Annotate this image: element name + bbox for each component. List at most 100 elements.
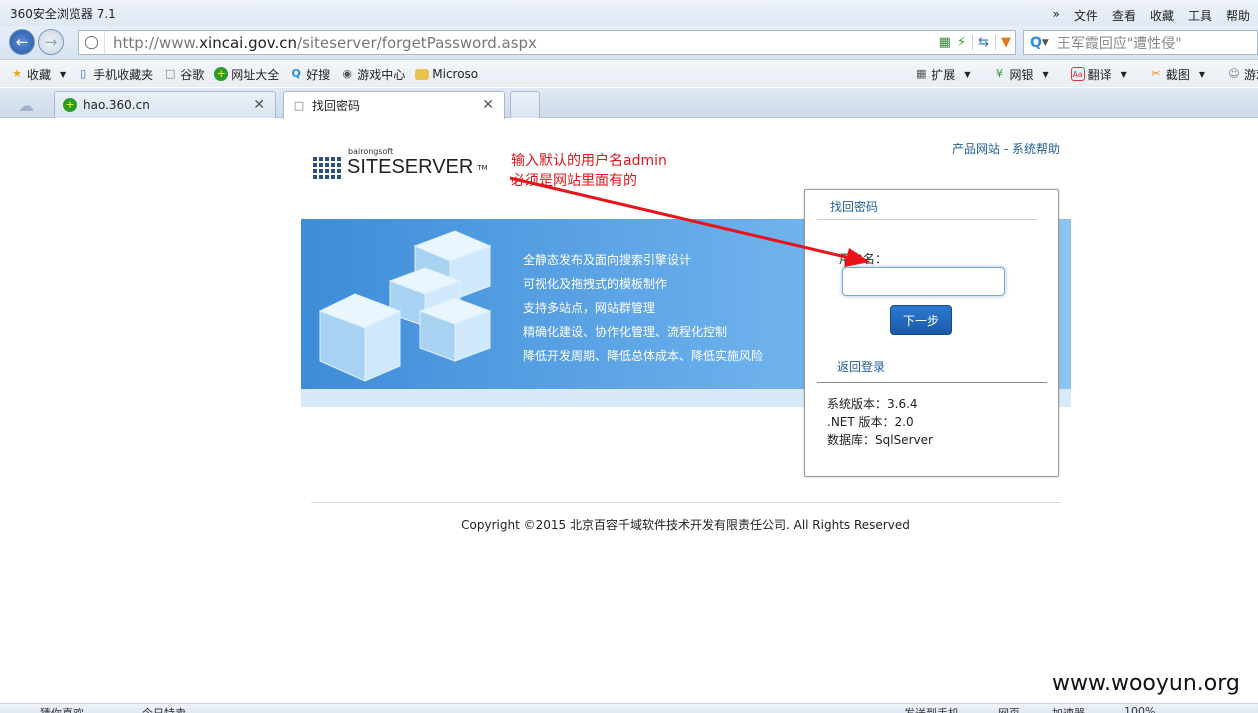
bookmark-label: 谷歌 [180, 67, 205, 82]
feature-item: 降低开发周期、降低总体成本、降低实施风险 [523, 349, 764, 363]
refresh-icon[interactable]: ⇆ [972, 35, 989, 50]
forward-arrow-icon: → [44, 33, 58, 51]
status-guess-you-like[interactable]: 猜你喜欢 [40, 705, 84, 713]
search-engine-dropdown-icon[interactable]: ▼ [1042, 38, 1049, 48]
bookmark-hao360[interactable]: + 网址大全 [214, 66, 279, 83]
watermark-text: www.wooyun.org [1052, 671, 1240, 696]
phone-icon: ▯ [80, 67, 87, 80]
window-title: 360安全浏览器 7.1 [10, 7, 116, 21]
tool-label: 扩展 [931, 67, 956, 82]
bookmark-favorites[interactable]: ★ 收藏 ▼ [10, 66, 66, 83]
bookmark-mobile[interactable]: ▯ 手机收藏夹 [76, 66, 153, 83]
back-to-login-link[interactable]: 返回登录 [837, 358, 885, 375]
chevron-down-icon: ▼ [1120, 69, 1127, 79]
status-accelerator[interactable]: 加速器 [1052, 705, 1085, 713]
banking-icon: ¥ [995, 67, 1003, 80]
username-label: 用户名： [839, 252, 888, 266]
menu-tools[interactable]: 工具 [1188, 7, 1212, 24]
divider [817, 219, 1037, 220]
siteserver-logo: bairongsoft SITESERVER TM [313, 147, 488, 179]
folder-icon [415, 68, 430, 80]
games-icon: ☺ [1228, 67, 1240, 80]
close-icon[interactable]: ✕ [482, 97, 494, 113]
tab-hao360[interactable]: + hao.360.cn ✕ [54, 91, 276, 118]
feature-list: 全静态发布及面向搜索引擎设计 可视化及拖拽式的模板制作 支持多站点，网站群管理 … [523, 248, 763, 368]
lightning-icon[interactable]: ⚡ [957, 35, 966, 50]
tool-label: 翻译 [1087, 67, 1112, 82]
shield-icon[interactable]: ◯ [79, 31, 105, 54]
tab-forget-password[interactable]: □ 找回密码 ✕ [283, 91, 505, 119]
next-step-button[interactable]: 下一步 [890, 305, 952, 335]
bookmark-haosou[interactable]: Q 好搜 [289, 66, 331, 83]
chevron-down-icon: ▼ [60, 69, 67, 79]
forgot-password-panel: 找回密码 用户名： 下一步 返回登录 系统版本：3.6.4 .NET 版本：2.… [804, 189, 1059, 477]
search-icon[interactable]: Q [1030, 35, 1042, 51]
menu-file[interactable]: 文件 [1074, 7, 1098, 24]
forward-button[interactable]: → [38, 29, 64, 55]
product-site-link[interactable]: 产品网站 [952, 142, 1000, 156]
page-icon: □ [164, 67, 176, 80]
translate-button[interactable]: Aa 翻译 ▼ [1070, 66, 1127, 83]
status-daily-sale[interactable]: 今日特卖 [142, 705, 186, 713]
navigation-bar: ← → ◯ http://www.xincai.gov.cn/siteserve… [0, 26, 1258, 60]
page-icon: □ [293, 98, 305, 112]
menu-favorites[interactable]: 收藏 [1150, 7, 1174, 24]
hao360-icon: + [214, 67, 229, 81]
status-bar: 猜你喜欢 今日特卖 发送到手机 网页 加速器 100% [0, 703, 1258, 713]
url-text[interactable]: http://www.xincai.gov.cn/siteserver/forg… [105, 34, 537, 52]
username-input[interactable] [842, 267, 1005, 296]
banking-button[interactable]: ¥ 网银 ▼ [992, 66, 1049, 83]
screenshot-button[interactable]: ✂ 截图 ▼ [1149, 66, 1205, 83]
new-tab-button[interactable] [510, 91, 540, 118]
system-version: 系统版本：3.6.4 [827, 397, 918, 411]
menu-help[interactable]: 帮助 [1226, 7, 1250, 24]
bookmark-microsoft[interactable]: Microso [415, 67, 478, 81]
bookmark-label: Microso [432, 67, 479, 81]
games-button[interactable]: ☺游戏 [1227, 66, 1258, 83]
search-input[interactable]: 王军霞回应"遭性侵" [1057, 33, 1182, 53]
bookmark-label: 好搜 [306, 67, 331, 82]
system-help-link[interactable]: 系统帮助 [1012, 142, 1060, 156]
tab-bar: ☁ + hao.360.cn ✕ □ 找回密码 ✕ [0, 88, 1258, 119]
close-icon[interactable]: ✕ [253, 97, 265, 113]
bookmarks-right-tools: ▦ 扩展 ▼ ¥ 网银 ▼ Aa翻译 ▼ ✂ 截图 ▼ ☺游戏 [904, 61, 1258, 87]
back-arrow-icon: ← [15, 33, 29, 51]
status-page[interactable]: 网页 [998, 705, 1020, 713]
extensions-icon: ▦ [916, 67, 927, 80]
status-zoom[interactable]: 100% [1124, 705, 1155, 713]
status-send-to-phone[interactable]: 发送到手机 [904, 705, 959, 713]
qrcode-icon[interactable]: ▦ [939, 35, 951, 50]
feature-item: 精确化建设、协作化管理、流程化控制 [523, 325, 728, 339]
feature-item: 全静态发布及面向搜索引擎设计 [523, 253, 692, 267]
back-button[interactable]: ← [9, 29, 35, 55]
extensions-button[interactable]: ▦ 扩展 ▼ [914, 66, 970, 83]
footer-divider [311, 502, 1061, 503]
divider [817, 382, 1047, 383]
link-separator: - [1000, 142, 1012, 156]
dropdown-icon[interactable]: ▼ [995, 35, 1011, 50]
menu-view[interactable]: 查看 [1112, 7, 1136, 24]
bookmark-games[interactable]: ◉ 游戏中心 [340, 66, 405, 83]
tab-label: hao.360.cn [83, 98, 150, 112]
search-box[interactable]: Q ▼ 王军霞回应"遭性侵" [1023, 30, 1258, 55]
annotation-line-2: 必须是网站里面有的 [511, 173, 637, 189]
cloud-icon[interactable]: ☁ [18, 96, 34, 115]
haosou-icon: Q [291, 67, 301, 80]
bookmark-google[interactable]: □ 谷歌 [163, 66, 204, 83]
cubes-illustration [318, 230, 492, 382]
bookmark-label: 网址大全 [231, 67, 280, 82]
menu-more[interactable]: » [1053, 7, 1060, 24]
system-info: 系统版本：3.6.4 .NET 版本：2.0 数据库：SqlServer [827, 395, 933, 449]
bookmark-label: 游戏中心 [357, 67, 406, 82]
panel-title: 找回密码 [830, 200, 879, 214]
annotation-line-1: 输入默认的用户名admin [511, 153, 667, 169]
logo-grid-icon [313, 156, 343, 179]
address-tools: ▦ ⚡ ⇆ ▼ [939, 31, 1015, 54]
star-icon: ★ [12, 67, 22, 80]
tool-label: 网银 [1009, 67, 1034, 82]
address-bar[interactable]: ◯ http://www.xincai.gov.cn/siteserver/fo… [78, 30, 1016, 55]
chevron-down-icon: ▼ [964, 69, 971, 79]
copyright-text: Copyright ©2015 北京百容千域软件技术开发有限责任公司. All … [461, 518, 910, 532]
url-path: /siteserver/forgetPassword.aspx [297, 33, 537, 52]
menu-bar: » 文件 查看 收藏 工具 帮助 [1053, 7, 1250, 24]
